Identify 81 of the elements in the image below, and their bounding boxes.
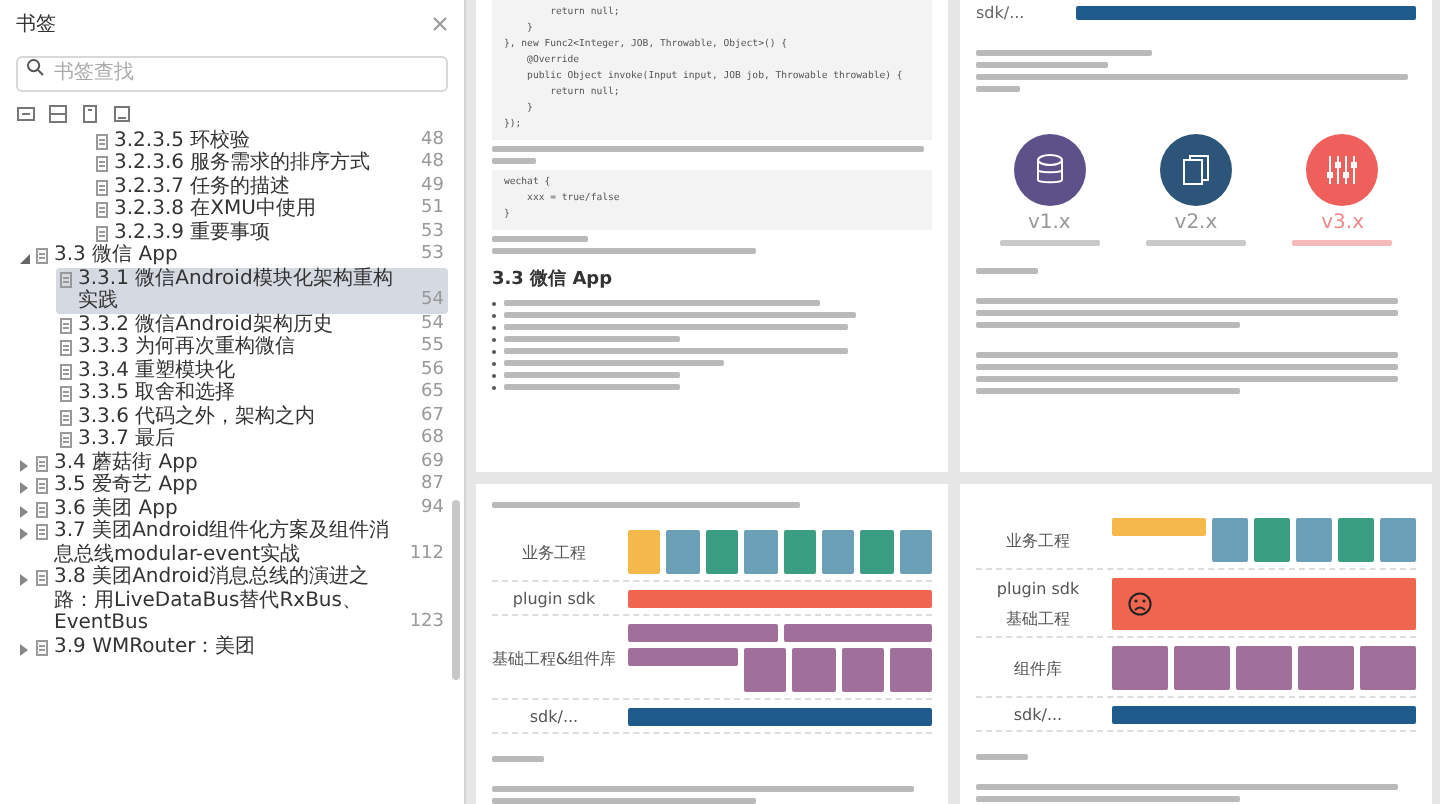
- blurred-text-line: [492, 756, 545, 762]
- bookmark-icon: [96, 202, 108, 218]
- sad-face-icon: [1128, 592, 1152, 616]
- add-bookmark-icon[interactable]: [16, 103, 36, 123]
- diagram-label: plugin sdk: [996, 579, 1080, 597]
- version-label: v1.x: [1027, 212, 1071, 234]
- search-field[interactable]: 书签查找: [16, 55, 448, 91]
- diagram-label: 基础工程: [1006, 607, 1070, 629]
- bookmark-icon: [36, 455, 48, 471]
- diagram-label: 组件库: [1014, 657, 1062, 679]
- expand-toggle-icon[interactable]: [16, 457, 32, 473]
- bookmark-icon: [96, 179, 108, 195]
- bookmark-item[interactable]: 3.5 爱奇艺 App 87: [32, 474, 448, 497]
- bookmark-item[interactable]: 3.3.5 取舍和选择 65: [56, 382, 448, 405]
- bookmark-item[interactable]: 3.7 美团Android组件化方案及组件消息总线modular-event实战 112: [32, 520, 448, 566]
- blurred-text-line: [1292, 240, 1393, 246]
- bookmark-item[interactable]: 3.3.6 代码之外，架构之内 67: [56, 405, 448, 428]
- panel-title: 书签: [16, 11, 56, 38]
- expand-toggle-icon[interactable]: [16, 526, 32, 542]
- bookmark-icon: [36, 639, 48, 655]
- expand-all-icon[interactable]: [48, 103, 68, 123]
- blurred-text-line: [492, 158, 536, 164]
- bookmark-icon: [96, 225, 108, 241]
- section-heading: 3.3 微信 App: [492, 267, 615, 292]
- bookmark-icon: [36, 478, 48, 494]
- diagram-label: 业务工程: [522, 541, 586, 563]
- bookmark-item[interactable]: 3.4 蘑菇街 App 69: [32, 451, 448, 474]
- bookmark-icon: [96, 156, 108, 172]
- bookmark-icon: [36, 524, 48, 540]
- page-icon[interactable]: [80, 103, 100, 123]
- blurred-text-line: [976, 62, 1108, 68]
- bookmark-item[interactable]: 3.9 WMRouter：美团: [32, 635, 448, 658]
- bookmark-item[interactable]: 3.3.3 为何再次重构微信 55: [56, 336, 448, 359]
- bookmark-item[interactable]: 3.2.3.8 在XMU中使用 51: [92, 198, 448, 221]
- bookmark-icon: [60, 432, 72, 448]
- collapse-all-icon[interactable]: [112, 103, 132, 123]
- diagram-label: 基础工程&组件库: [491, 647, 617, 669]
- bookmark-item[interactable]: 3.3.2 微信Android架构历史 54: [56, 313, 448, 336]
- diagram-label: sdk/...: [529, 708, 579, 726]
- documents-icon: [1182, 155, 1209, 185]
- bookmark-item[interactable]: 3.6 美团 App 94: [32, 497, 448, 520]
- bookmark-icon: [60, 271, 72, 287]
- close-icon[interactable]: [432, 16, 448, 32]
- diagram-label: sdk/...: [1013, 706, 1063, 724]
- blurred-text-line: [976, 754, 1029, 760]
- bookmark-icon: [60, 340, 72, 356]
- bookmark-icon: [60, 386, 72, 402]
- bookmark-item[interactable]: 3.8 美团Android消息总线的演进之路：用LiveDataBus替代RxBus、EventBus 123: [32, 566, 448, 635]
- bookmark-icon: [60, 363, 72, 379]
- bookmark-item[interactable]: 3.2.3.7 任务的描述 49: [92, 175, 448, 198]
- scrollbar-thumb[interactable]: [452, 500, 460, 680]
- bookmark-icon: [60, 317, 72, 333]
- blurred-text-line: [492, 236, 589, 242]
- version-label: v2.x: [1174, 212, 1218, 234]
- bookmark-item[interactable]: 3.2.3.5 环校验 48: [92, 129, 448, 152]
- diagram-label: sdk/...: [976, 4, 1027, 22]
- diagram-label: plugin sdk: [512, 590, 596, 608]
- blurred-text-line: [976, 268, 1038, 274]
- bookmark-item[interactable]: 3.3 微信 App 53: [32, 244, 448, 267]
- bookmark-item[interactable]: 3.2.3.6 服务需求的排序方式 48: [92, 152, 448, 175]
- expand-toggle-icon[interactable]: [16, 480, 32, 496]
- bookmark-item[interactable]: 3.3.4 重塑模块化 56: [56, 359, 448, 382]
- bookmark-icon: [96, 133, 108, 149]
- bookmark-icon: [36, 501, 48, 517]
- expand-toggle-icon[interactable]: [16, 572, 32, 588]
- database-icon: [1036, 154, 1063, 184]
- blurred-text-line: [999, 240, 1100, 246]
- blurred-text-line: [976, 86, 1020, 92]
- diagram-label: 业务工程: [1006, 529, 1070, 551]
- blurred-text-line: [1145, 240, 1246, 246]
- version-label: v3.x: [1321, 212, 1364, 234]
- bookmark-item[interactable]: 3.3.7 最后 68: [56, 428, 448, 451]
- bookmark-icon: [60, 409, 72, 425]
- bookmark-icon: [36, 248, 48, 264]
- expand-toggle-icon[interactable]: [16, 641, 32, 657]
- bookmark-item[interactable]: 3.2.3.9 重要事项 53: [92, 221, 448, 244]
- expand-toggle-icon[interactable]: [16, 503, 32, 519]
- collapse-toggle-icon[interactable]: [16, 250, 32, 266]
- sliders-icon: [1327, 155, 1358, 185]
- bookmark-icon: [36, 570, 48, 586]
- bookmark-item[interactable]: 3.3.1 微信Android模块化架构重构实践 54: [56, 267, 448, 313]
